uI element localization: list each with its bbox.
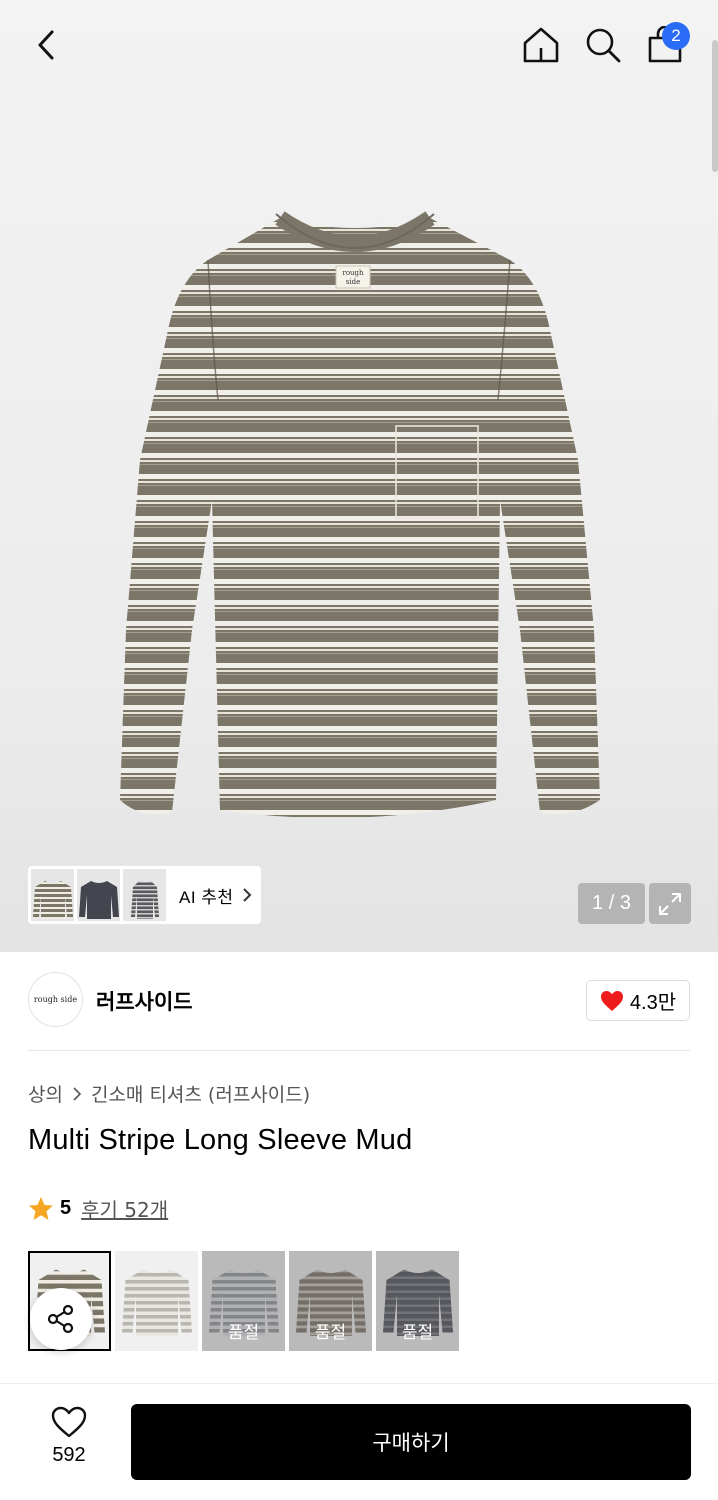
soldout-label: 품절: [314, 1323, 347, 1343]
ai-recommendation-label: AI 추천: [179, 887, 234, 907]
color-swatches: 품절 품절 품절: [28, 1251, 459, 1351]
soldout-label: 품절: [227, 1323, 260, 1343]
product-rating: 5 후기 52개: [28, 1194, 168, 1223]
back-button[interactable]: [22, 20, 72, 70]
chevron-right-icon: [242, 888, 251, 902]
breadcrumb-category[interactable]: 상의: [28, 1080, 63, 1107]
product-image[interactable]: rough side: [100, 200, 620, 840]
cart-count-badge: 2: [662, 22, 690, 50]
brand-logo-text: rough side: [33, 995, 78, 1004]
home-icon: [523, 27, 559, 63]
expand-icon: [659, 892, 681, 915]
wishlist-button[interactable]: 592: [36, 1406, 102, 1467]
star-icon: [29, 1197, 53, 1220]
share-button[interactable]: [30, 1288, 92, 1350]
buy-button[interactable]: 구매하기: [131, 1404, 691, 1480]
expand-button[interactable]: [649, 883, 691, 924]
product-gallery[interactable]: 2 rough side AI 추천 1 / 3: [0, 0, 718, 952]
brand-like-button[interactable]: 4.3만: [586, 980, 690, 1021]
soldout-label: 품절: [401, 1323, 434, 1343]
brand-like-count: 4.3만: [629, 992, 677, 1014]
chevron-right-icon: [73, 1086, 81, 1101]
search-icon: [586, 28, 621, 63]
reviews-link[interactable]: 후기 52개: [81, 1194, 168, 1223]
brand-logo[interactable]: rough side: [28, 972, 83, 1027]
image-counter: 1 / 3: [578, 883, 645, 924]
swatch-image: [121, 1269, 192, 1336]
swatch-item[interactable]: [115, 1251, 198, 1351]
chevron-left-icon: [38, 30, 54, 60]
swatch-item[interactable]: 품절: [202, 1251, 285, 1351]
swatch-item[interactable]: 품절: [376, 1251, 459, 1351]
search-button[interactable]: [578, 20, 628, 70]
heart-outline-icon: [51, 1406, 87, 1438]
product-title: Multi Stripe Long Sleeve Mud: [28, 1124, 413, 1156]
share-icon: [47, 1304, 74, 1334]
brand-name[interactable]: 러프사이드: [96, 986, 193, 1016]
top-navigation-bar: 2: [0, 0, 718, 92]
ai-recommendation-strip[interactable]: AI 추천: [28, 866, 261, 924]
heart-filled-icon: [600, 990, 623, 1011]
ai-thumbnail: [123, 869, 166, 921]
divider: [28, 1050, 690, 1051]
ai-thumbnail: [31, 869, 74, 921]
svg-text:side: side: [346, 278, 360, 286]
home-button[interactable]: [516, 20, 566, 70]
bottom-purchase-bar: 592 구매하기: [0, 1383, 718, 1500]
rating-score: 5: [60, 1197, 72, 1219]
breadcrumb-subcategory[interactable]: 긴소매 티셔츠 (러프사이드): [91, 1080, 310, 1107]
breadcrumb: 상의 긴소매 티셔츠 (러프사이드): [28, 1080, 310, 1107]
wishlist-count: 592: [52, 1444, 86, 1466]
svg-text:rough: rough: [342, 269, 364, 277]
ai-thumbnail: [77, 869, 120, 921]
swatch-item[interactable]: 품절: [289, 1251, 372, 1351]
